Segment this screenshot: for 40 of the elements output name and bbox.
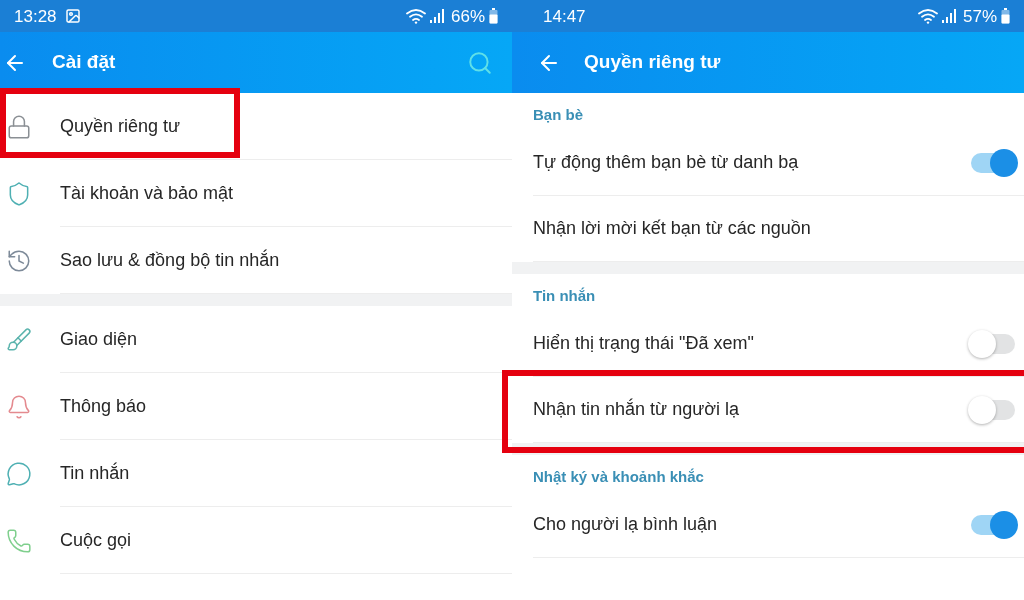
setting-label: Nhận tin nhắn từ người lạ (533, 397, 740, 421)
phone-icon (6, 527, 32, 554)
battery-percent: 66% (450, 7, 485, 25)
section-title: Bạn bè (533, 104, 583, 125)
signal-icon (429, 9, 444, 23)
setting-label: Hiển thị trạng thái "Đã xem" (533, 332, 754, 355)
signal-icon (941, 9, 956, 23)
status-time: 14:47 (543, 7, 586, 25)
setting-label: Nhận lời mời kết bạn từ các nguồn (533, 217, 811, 240)
section-title: Nhật ký và khoảnh khắc (533, 466, 704, 487)
menu-item-label: Giao diện (60, 327, 138, 351)
setting-label: Tự động thêm bạn bè từ danh bạ (533, 151, 799, 174)
battery-icon (489, 8, 498, 24)
privacy-setting-row[interactable]: Cho người lạ bình luận (512, 492, 1024, 558)
lock-icon (6, 113, 32, 140)
menu-item-label: Sao lưu & đồng bộ tin nhắn (60, 248, 280, 272)
bell-icon (6, 393, 32, 420)
battery-icon (1001, 8, 1010, 24)
battery-percent: 57% (962, 7, 997, 25)
chat-bubble-icon (6, 460, 32, 487)
wifi-icon (405, 8, 426, 24)
status-time: 13:28 (14, 7, 57, 25)
settings-menu-item[interactable]: Tin nhắn (0, 440, 512, 507)
menu-item-label: Cuộc gọi (60, 528, 132, 552)
settings-menu-item[interactable]: Sao lưu & đồng bộ tin nhắn (0, 227, 512, 294)
section-title: Tin nhắn (533, 285, 596, 306)
app-bar-title: Cài đặt (52, 50, 116, 75)
menu-item-label: Tài khoản và bảo mật (60, 181, 234, 205)
wifi-icon (917, 8, 938, 24)
brush-icon (6, 326, 32, 353)
privacy-setting-row[interactable]: Hiển thị trạng thái "Đã xem" (512, 311, 1024, 377)
menu-item-label: Tin nhắn (60, 461, 130, 485)
app-bar-title: Quyền riêng tư (584, 50, 721, 75)
menu-item-label: Thông báo (60, 394, 147, 418)
privacy-setting-row[interactable]: Nhận tin nhắn từ người lạ (512, 377, 1024, 443)
setting-label: Cho người lạ bình luận (533, 513, 717, 536)
settings-menu-item[interactable]: Quyền riêng tư (0, 93, 512, 160)
privacy-setting-row[interactable]: Tự động thêm bạn bè từ danh bạ (512, 130, 1024, 196)
menu-item-label: Quyền riêng tư (60, 114, 181, 138)
privacy-setting-row[interactable]: Nhận lời mời kết bạn từ các nguồn (512, 196, 1024, 262)
